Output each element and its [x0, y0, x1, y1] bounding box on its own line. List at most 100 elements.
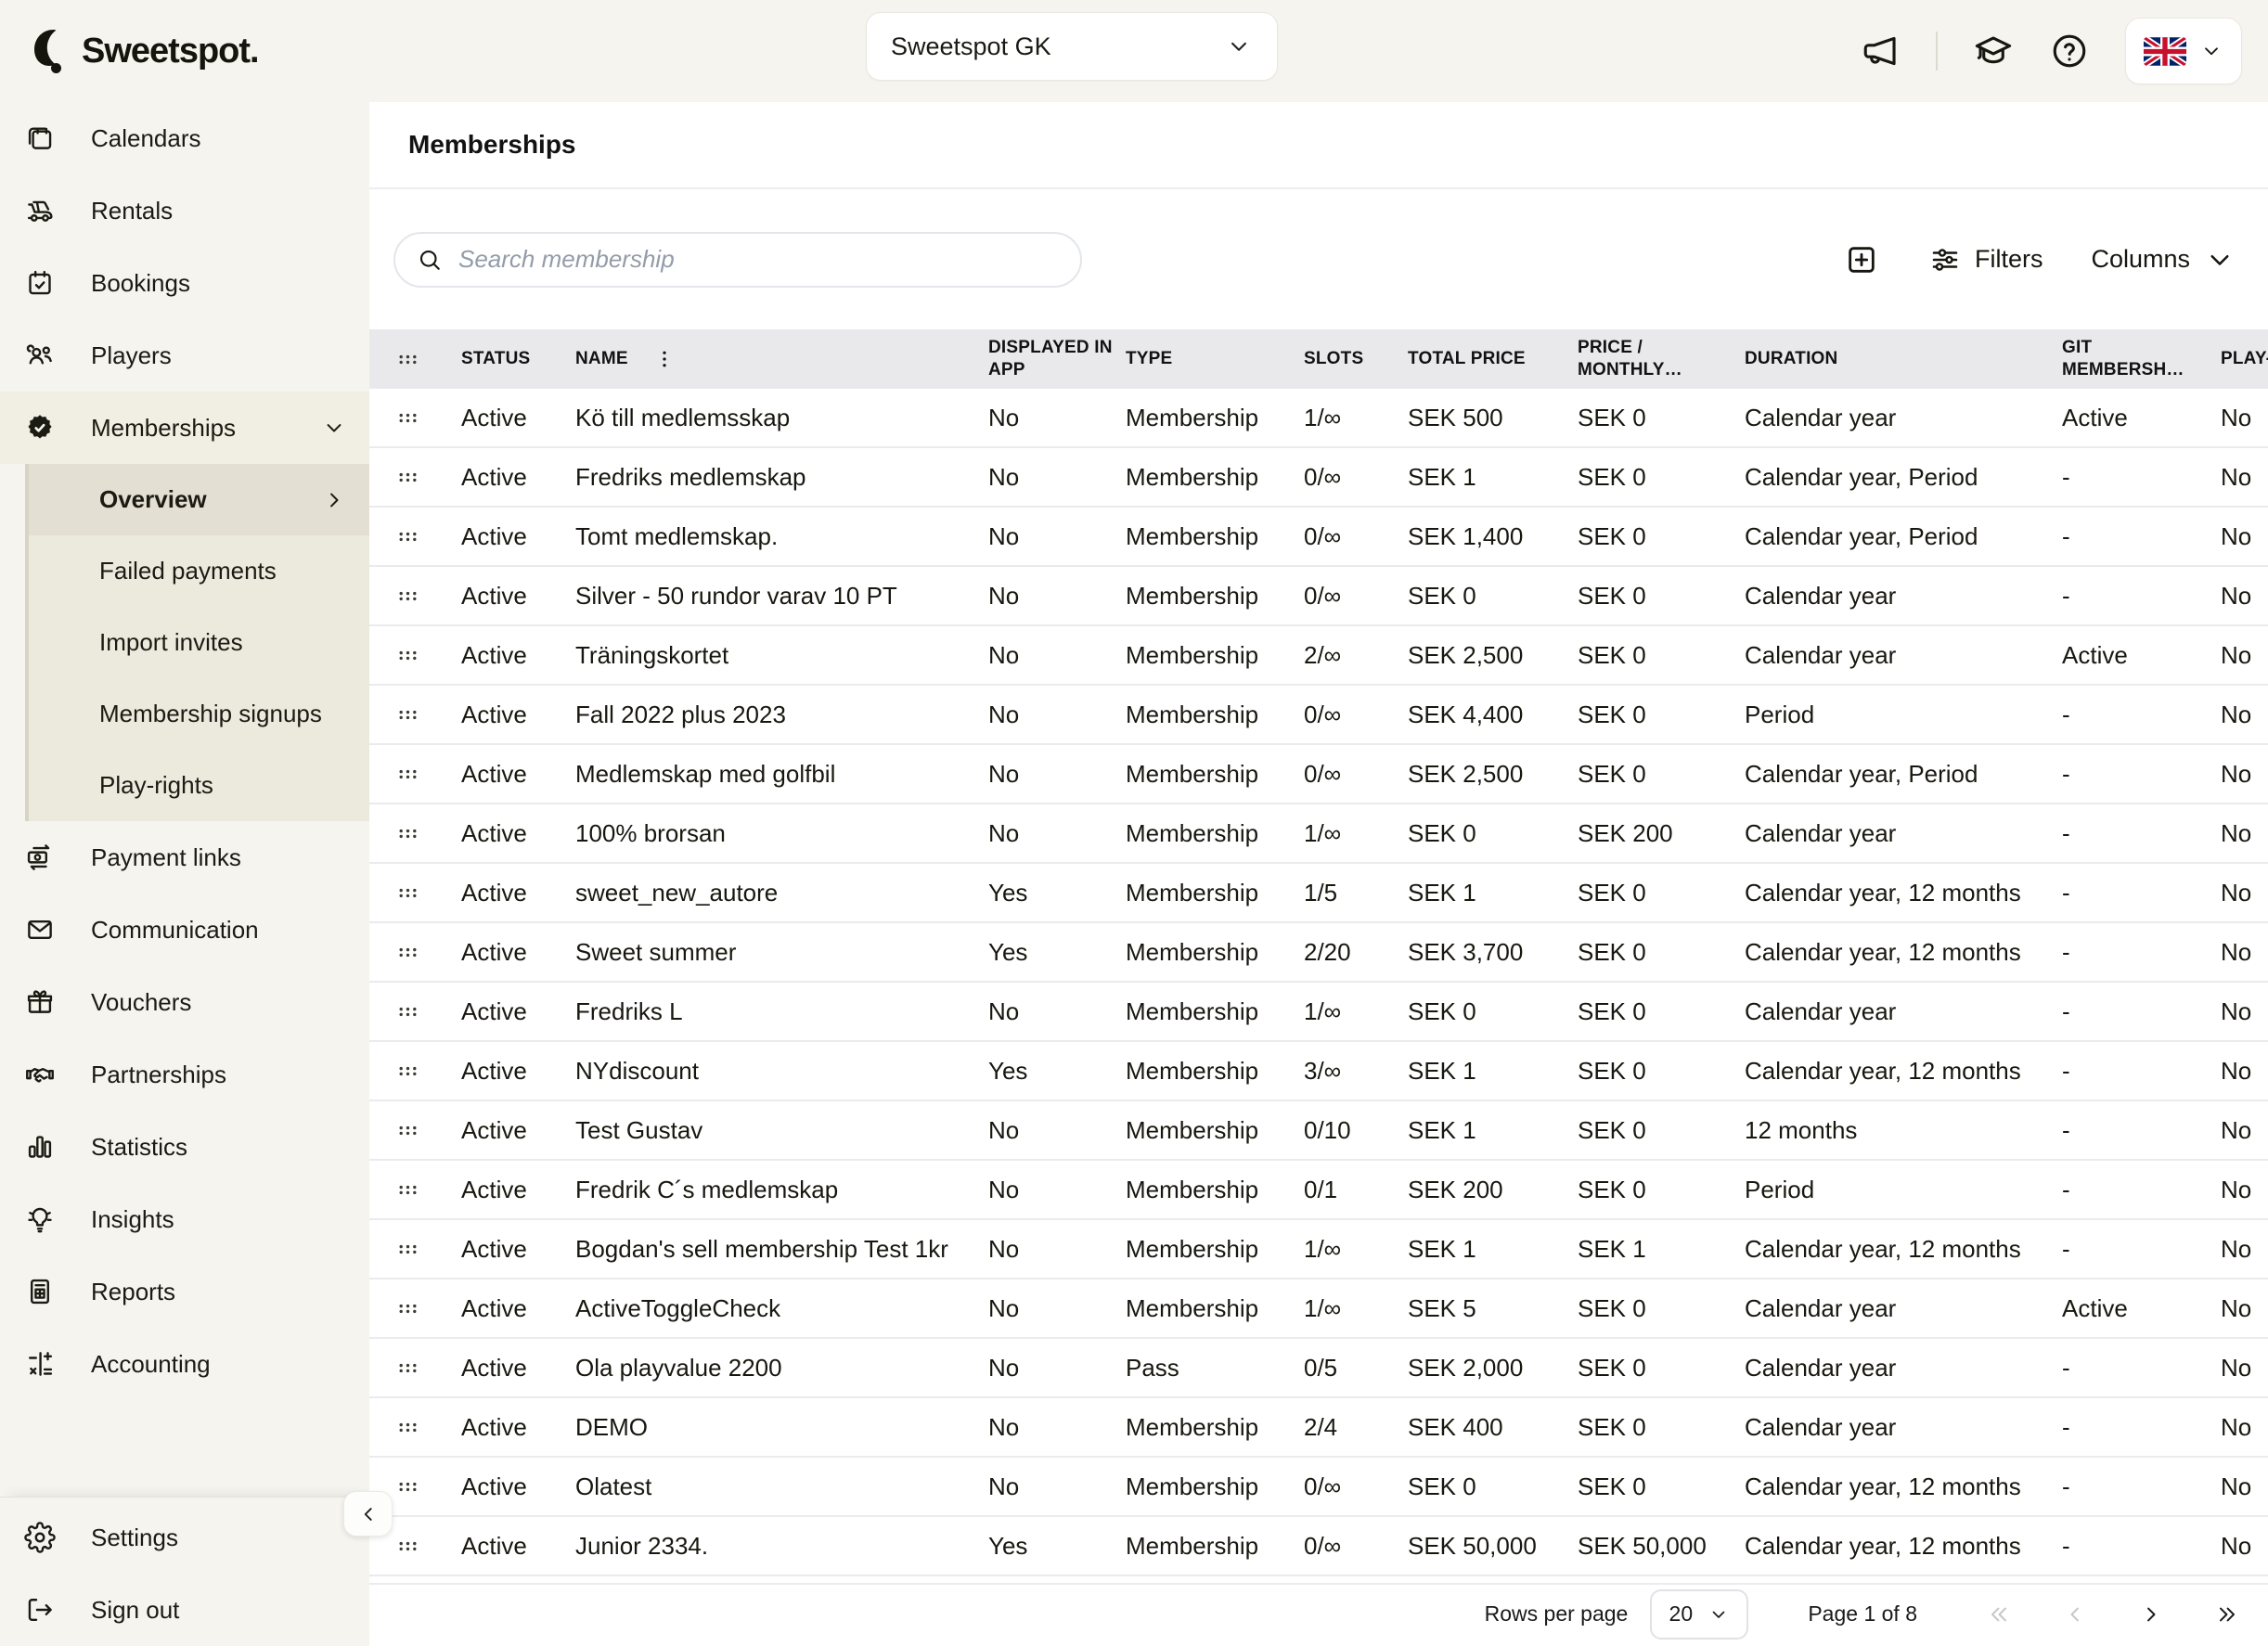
- row-drag-handle[interactable]: [390, 1177, 461, 1202]
- row-drag-handle[interactable]: [390, 1237, 461, 1262]
- table-row[interactable]: ActiveTräningskortetNoMembership2/∞SEK 2…: [369, 626, 2268, 686]
- row-drag-handle[interactable]: [390, 1534, 461, 1559]
- column-header[interactable]: DURATION: [1745, 348, 2062, 370]
- column-header[interactable]: TOTAL PRICE: [1408, 348, 1578, 370]
- last-page-button[interactable]: [2214, 1601, 2240, 1627]
- sidebar-item-statistics[interactable]: Statistics: [0, 1111, 369, 1183]
- previous-page-button[interactable]: [2062, 1601, 2088, 1627]
- announcements-megaphone-icon[interactable]: [1860, 31, 1901, 71]
- row-drag-handle[interactable]: [390, 1059, 461, 1084]
- cell-duration: Calendar year, 12 months: [1745, 1235, 2062, 1264]
- table-row[interactable]: ActiveTest GustavNoMembership0/10SEK 1SE…: [369, 1101, 2268, 1161]
- column-header[interactable]: SLOTS: [1304, 348, 1408, 370]
- table-row[interactable]: ActiveFredriks LNoMembership1/∞SEK 0SEK …: [369, 983, 2268, 1042]
- cell-duration: 12 months: [1745, 1116, 2062, 1145]
- table-row[interactable]: ActiveActiveToggleCheckNoMembership1/∞SE…: [369, 1280, 2268, 1339]
- sidebar-item-bookings[interactable]: Bookings: [0, 247, 369, 319]
- sidebar-item-calendars[interactable]: Calendars: [0, 102, 369, 174]
- column-header[interactable]: PRICE / MONTHLY…: [1578, 337, 1745, 381]
- row-drag-handle[interactable]: [390, 881, 461, 906]
- row-drag-handle[interactable]: [390, 821, 461, 846]
- submenu-item-play-rights[interactable]: Play-rights: [29, 750, 369, 821]
- table-row[interactable]: Active100% brorsanNoMembership1/∞SEK 0SE…: [369, 804, 2268, 864]
- table-row[interactable]: Activesweet_new_autoreYesMembership1/5SE…: [369, 864, 2268, 923]
- envelope-icon: [24, 914, 56, 945]
- row-drag-handle[interactable]: [390, 584, 461, 609]
- sidebar-item-rentals[interactable]: Rentals: [0, 174, 369, 247]
- sidebar-item-players[interactable]: Players: [0, 319, 369, 392]
- sidebar-item-partnerships[interactable]: Partnerships: [0, 1038, 369, 1111]
- column-header[interactable]: NAME: [575, 347, 988, 371]
- table-row[interactable]: ActiveOlatestNoMembership0/∞SEK 0SEK 0Ca…: [369, 1458, 2268, 1517]
- table-row[interactable]: ActiveJunior 2334.YesMembership0/∞SEK 50…: [369, 1517, 2268, 1576]
- submenu-item-import-invites[interactable]: Import invites: [29, 607, 369, 678]
- table-row[interactable]: ActiveSweet summerYesMembership2/20SEK 3…: [369, 923, 2268, 983]
- cell-total_price: SEK 1: [1408, 1116, 1578, 1145]
- column-header[interactable]: GIT MEMBERSH…: [2062, 337, 2221, 381]
- sidebar-item-memberships[interactable]: Memberships: [0, 392, 369, 464]
- table-row[interactable]: ActiveMedlemskap med golfbilNoMembership…: [369, 745, 2268, 804]
- help-icon[interactable]: [2049, 31, 2090, 71]
- brand-logo[interactable]: Sweetspot.: [0, 28, 259, 74]
- sidebar-item-sign-out[interactable]: Sign out: [0, 1574, 369, 1646]
- rows-per-page-select[interactable]: 20: [1650, 1589, 1748, 1640]
- column-header[interactable]: DISPLAYED IN APP: [988, 337, 1126, 381]
- row-drag-handle[interactable]: [390, 762, 461, 787]
- cell-price_monthly: SEK 0: [1578, 997, 1745, 1026]
- filters-button[interactable]: Filters: [1928, 243, 2043, 276]
- columns-button[interactable]: Columns: [2091, 243, 2236, 276]
- table-row[interactable]: ActiveFredriks medlemskapNoMembership0/∞…: [369, 448, 2268, 508]
- academy-graduation-cap-icon[interactable]: [1973, 31, 2014, 71]
- table-row[interactable]: ActiveKö till medlemsskapNoMembership1/∞…: [369, 389, 2268, 448]
- next-page-button[interactable]: [2138, 1601, 2164, 1627]
- submenu-item-overview[interactable]: Overview: [29, 464, 369, 535]
- table-row[interactable]: ActiveBogdan's sell membership Test 1krN…: [369, 1220, 2268, 1280]
- first-page-button[interactable]: [1986, 1601, 2012, 1627]
- sidebar-item-communication[interactable]: Communication: [0, 894, 369, 966]
- add-membership-button[interactable]: [1843, 241, 1880, 278]
- sidebar-item-insights[interactable]: Insights: [0, 1183, 369, 1255]
- table-row[interactable]: ActiveDEMONoMembership2/4SEK 400SEK 0Cal…: [369, 1398, 2268, 1458]
- row-drag-handle[interactable]: [390, 465, 461, 490]
- column-header[interactable]: TYPE: [1126, 348, 1304, 370]
- submenu-item-membership-signups[interactable]: Membership signups: [29, 678, 369, 750]
- chevron-down-icon: [1225, 32, 1253, 60]
- table-row[interactable]: ActiveOla playvalue 2200NoPass0/5SEK 2,0…: [369, 1339, 2268, 1398]
- table-row[interactable]: ActiveNYdiscountYesMembership3/∞SEK 1SEK…: [369, 1042, 2268, 1101]
- submenu-item-failed-payments[interactable]: Failed payments: [29, 535, 369, 607]
- search-input[interactable]: [458, 245, 1060, 274]
- row-drag-handle[interactable]: [390, 1415, 461, 1440]
- sidebar-item-payment-links[interactable]: Payment links: [0, 821, 369, 894]
- row-drag-handle[interactable]: [390, 405, 461, 431]
- cell-slots: 0/∞: [1304, 522, 1408, 551]
- row-drag-handle[interactable]: [390, 1296, 461, 1321]
- column-header[interactable]: STATUS: [461, 348, 575, 370]
- row-drag-handle[interactable]: [390, 702, 461, 727]
- sidebar-item-label: Sign out: [91, 1596, 179, 1625]
- row-drag-handle[interactable]: [390, 643, 461, 668]
- table-row[interactable]: ActiveSilver - 50 rundor varav 10 PTNoMe…: [369, 567, 2268, 626]
- column-header[interactable]: PLAY-RIGHTS: [2221, 348, 2268, 370]
- sidebar-collapse-button[interactable]: [343, 1491, 393, 1537]
- sidebar-item-vouchers[interactable]: Vouchers: [0, 966, 369, 1038]
- cell-status: Active: [461, 1354, 575, 1382]
- table-row[interactable]: ActiveFredrik C´s medlemskapNoMembership…: [369, 1161, 2268, 1220]
- sidebar-item-reports[interactable]: Reports: [0, 1255, 369, 1328]
- sidebar-item-accounting[interactable]: Accounting: [0, 1328, 369, 1400]
- row-drag-handle[interactable]: [390, 1356, 461, 1381]
- row-drag-handle[interactable]: [390, 999, 461, 1024]
- cell-duration: Calendar year: [1745, 641, 2062, 670]
- club-selector[interactable]: Sweetspot GK: [866, 12, 1278, 81]
- row-drag-handle[interactable]: [390, 940, 461, 965]
- row-drag-handle[interactable]: [390, 1474, 461, 1499]
- row-drag-handle[interactable]: [390, 1118, 461, 1143]
- sidebar-item-settings[interactable]: Settings: [0, 1501, 369, 1574]
- column-menu-kebab-icon[interactable]: [652, 347, 677, 371]
- table-body: ActiveKö till medlemsskapNoMembership1/∞…: [369, 389, 2268, 1576]
- table-row[interactable]: ActiveFall 2022 plus 2023NoMembership0/∞…: [369, 686, 2268, 745]
- table-row[interactable]: ActiveTomt medlemskap.NoMembership0/∞SEK…: [369, 508, 2268, 567]
- column-header-label: STATUS: [461, 349, 530, 368]
- language-selector[interactable]: [2125, 18, 2242, 84]
- row-drag-handle[interactable]: [390, 524, 461, 549]
- cell-total_price: SEK 0: [1408, 997, 1578, 1026]
